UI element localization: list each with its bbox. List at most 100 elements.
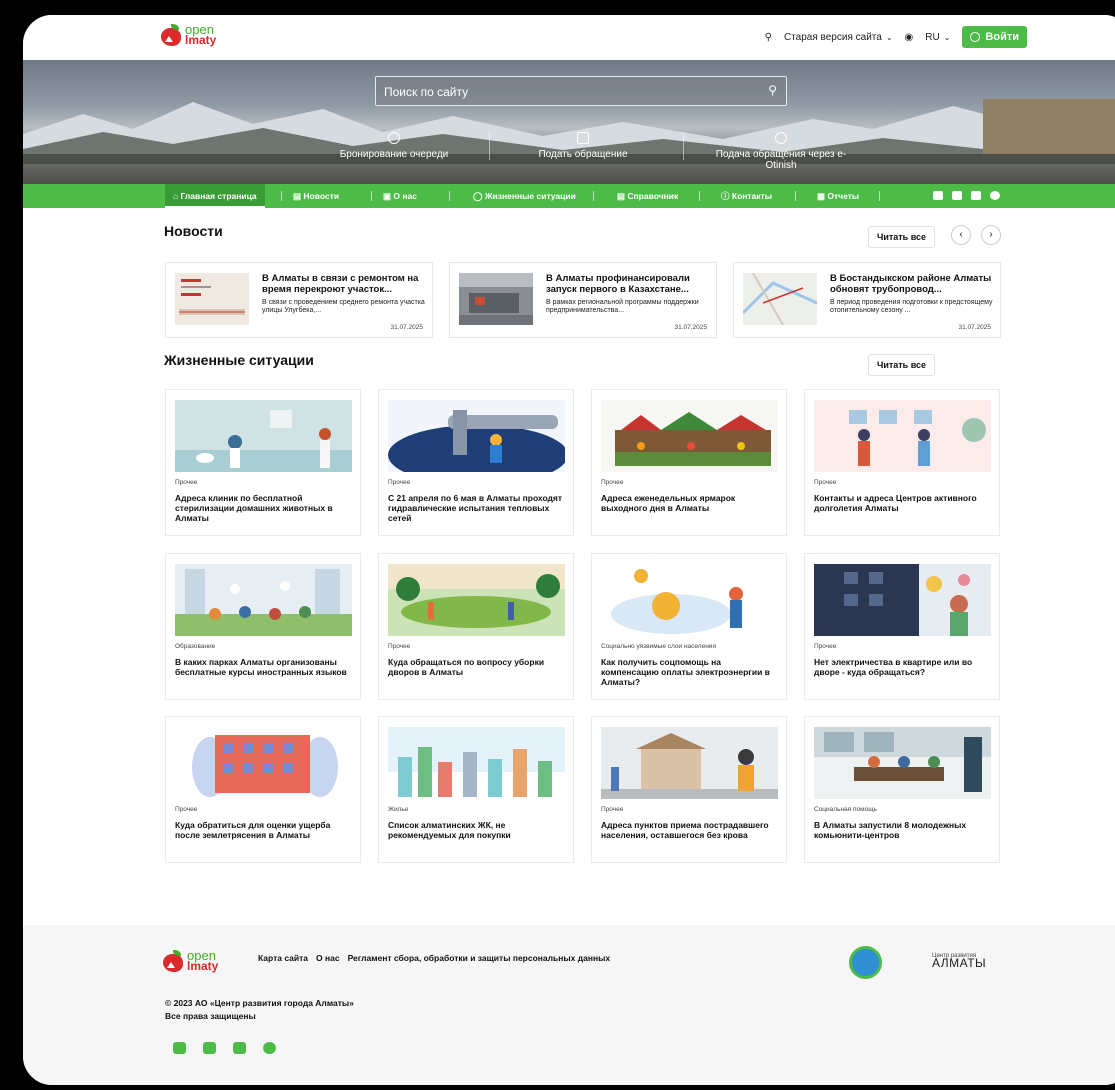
- life-card-title: Контакты и адреса Центров активного долг…: [814, 493, 977, 513]
- footer-logo[interactable]: open lmaty: [163, 949, 218, 972]
- life-read-all-button[interactable]: Читать все: [868, 354, 936, 376]
- accessibility-eye-icon[interactable]: ◉: [905, 32, 914, 43]
- site-search-input[interactable]: Поиск по сайту ⚲: [375, 76, 787, 106]
- life-card-title: В каких парках Алматы организованы беспл…: [175, 657, 347, 677]
- nav-directory[interactable]: ▤ Справочник: [617, 184, 678, 208]
- chevron-down-icon: ⌄: [885, 32, 893, 42]
- site-footer: open lmaty Карта сайта О нас Регламент сб…: [23, 925, 1115, 1085]
- life-card-image: [388, 564, 565, 636]
- old-version-dropdown[interactable]: Старая версия сайта ⌄: [784, 32, 893, 43]
- life-card[interactable]: Прочее Нет электричества в квартире или …: [804, 553, 1000, 700]
- life-card-image: [601, 564, 778, 636]
- login-label: Войти: [985, 31, 1019, 43]
- life-card[interactable]: Прочее Куда обращаться по вопросу уборки…: [378, 553, 574, 700]
- main-nav: ⌂ Главная страница ▤ Новости ▣ О нас ◯ Ж…: [23, 184, 1115, 208]
- youtube-icon[interactable]: [173, 1042, 186, 1054]
- nav-contacts[interactable]: ⓘ Контакты: [721, 184, 772, 208]
- news-read-all-button[interactable]: Читать все: [868, 226, 936, 248]
- footer-link-sitemap[interactable]: Карта сайта: [258, 953, 308, 963]
- life-card-image: [814, 727, 991, 799]
- instagram-icon[interactable]: [203, 1042, 216, 1054]
- footer-links: Карта сайта О нас Регламент сбора, обраб…: [258, 953, 610, 963]
- life-card-image: [601, 400, 778, 472]
- hero-banner: Поиск по сайту ⚲ Бронирование очереди По…: [23, 60, 1115, 184]
- life-card-title: Куда обратиться для оценки ущерба после …: [175, 820, 331, 840]
- nav-directory-label: Справочник: [627, 191, 679, 201]
- nav-about[interactable]: ▣ О нас: [383, 184, 417, 208]
- life-card-image: [175, 564, 352, 636]
- instagram-icon[interactable]: [952, 191, 962, 200]
- life-card[interactable]: Прочее Адреса еженедельных ярмарок выход…: [591, 389, 787, 536]
- clock-icon: [388, 132, 400, 144]
- queue-booking-label: Бронирование очереди: [339, 149, 449, 160]
- life-card-category: Прочее: [601, 806, 624, 813]
- nav-news[interactable]: ▤ Новости: [293, 184, 339, 208]
- life-card[interactable]: Прочее С 21 апреля по 6 мая в Алматы про…: [378, 389, 574, 536]
- news-date: 31.07.2025: [390, 324, 423, 331]
- news-thumbnail: [741, 272, 818, 326]
- search-icon[interactable]: ⚲: [765, 32, 772, 43]
- life-card-category: Образование: [175, 643, 216, 650]
- life-card[interactable]: Социально уязвимые слои населения Как по…: [591, 553, 787, 700]
- life-card-category: Прочее: [175, 806, 198, 813]
- life-card-category: Прочее: [388, 479, 411, 486]
- nav-home[interactable]: ⌂ Главная страница: [165, 184, 265, 208]
- cra-big-text: АЛМАТЫ: [932, 956, 987, 970]
- login-button[interactable]: Войти: [962, 26, 1027, 48]
- footer-link-privacy[interactable]: Регламент сбора, обработки и защиты перс…: [348, 953, 611, 963]
- life-card[interactable]: Жилье Список алматинских ЖК, не рекоменд…: [378, 716, 574, 863]
- search-placeholder: Поиск по сайту: [384, 85, 469, 99]
- life-card-title: Список алматинских ЖК, не рекомендуемых …: [388, 820, 511, 840]
- life-card[interactable]: Прочее Адреса клиник по бесплатной стери…: [165, 389, 361, 536]
- life-card-title: Куда обращаться по вопросу уборки дворов…: [388, 657, 545, 677]
- copyright-line: © 2023 АО «Центр развития города Алматы»: [165, 998, 354, 1008]
- news-next-button[interactable]: ›: [981, 225, 1001, 245]
- news-card[interactable]: В Алматы профинансировали запуск первого…: [449, 262, 717, 338]
- life-card-title: Адреса клиник по бесплатной стерилизации…: [175, 493, 333, 523]
- e-otinish-label: Подача обращения через e-Otinish: [715, 149, 847, 171]
- life-card[interactable]: Социальная помощь В Алматы запустили 8 м…: [804, 716, 1000, 863]
- news-icon: ▤: [293, 191, 304, 201]
- search-icon[interactable]: ⚲: [768, 83, 777, 97]
- news-card[interactable]: В Бостандыкском районе Алматы обновят тр…: [733, 262, 1001, 338]
- e-otinish-link[interactable]: Подача обращения через e-Otinish: [701, 132, 861, 171]
- nav-life-situations-label: Жизненные ситуации: [484, 191, 576, 201]
- footer-link-about[interactable]: О нас: [316, 953, 340, 963]
- development-center-logo[interactable]: Центр развития АЛМАТЫ: [903, 948, 986, 972]
- life-card-title: Как получить соцпомощь на компенсацию оп…: [601, 657, 770, 687]
- old-version-label: Старая версия сайта: [783, 31, 882, 43]
- site-logo[interactable]: open lmaty: [161, 23, 216, 46]
- news-card[interactable]: В Алматы в связи с ремонтом на время пер…: [165, 262, 433, 338]
- life-card-image: [388, 727, 565, 799]
- life-card-category: Прочее: [388, 643, 411, 650]
- nav-life-situations[interactable]: ◯ Жизненные ситуации: [473, 184, 576, 208]
- nav-reports[interactable]: ▦ Отчеты: [817, 184, 859, 208]
- header-actions: ⚲ Старая версия сайта ⌄ ◉ RU ⌄ Войти: [765, 26, 1027, 48]
- life-card[interactable]: Прочее Контакты и адреса Центров активно…: [804, 389, 1000, 536]
- life-card-category: Прочее: [814, 643, 837, 650]
- language-dropdown[interactable]: RU ⌄: [925, 32, 950, 43]
- life-card-category: Жилье: [388, 806, 409, 813]
- facebook-icon[interactable]: [990, 191, 1000, 200]
- news-thumbnail: [175, 273, 249, 325]
- facebook-icon[interactable]: [263, 1042, 276, 1054]
- news-description: В рамках региональной программы поддержк…: [546, 299, 699, 314]
- twitter-icon[interactable]: [971, 191, 981, 200]
- life-situations-title: Жизненные ситуации: [164, 352, 314, 368]
- message-icon: [577, 132, 589, 144]
- apple-logo-icon: [163, 950, 185, 972]
- submit-appeal-label: Подать обращение: [538, 149, 628, 160]
- life-card[interactable]: Прочее Куда обратиться для оценки ущерба…: [165, 716, 361, 863]
- life-card[interactable]: Прочее Адреса пунктов приема пострадавше…: [591, 716, 787, 863]
- news-factory-image: [459, 273, 533, 325]
- life-card[interactable]: Образование В каких парках Алматы органи…: [165, 553, 361, 700]
- news-prev-button[interactable]: ‹: [951, 225, 971, 245]
- queue-booking-link[interactable]: Бронирование очереди: [339, 132, 449, 160]
- life-card-category: Прочее: [175, 479, 198, 486]
- top-bar: open lmaty ⚲ Старая версия сайта ⌄ ◉ RU ⌄ В…: [23, 15, 1115, 60]
- youtube-icon[interactable]: [933, 191, 943, 200]
- submit-appeal-link[interactable]: Подать обращение: [533, 132, 633, 160]
- news-title: В Бостандыкском районе Алматы обновят тр…: [830, 273, 992, 295]
- twitter-icon[interactable]: [233, 1042, 246, 1054]
- nav-reports-label: Отчеты: [827, 191, 860, 201]
